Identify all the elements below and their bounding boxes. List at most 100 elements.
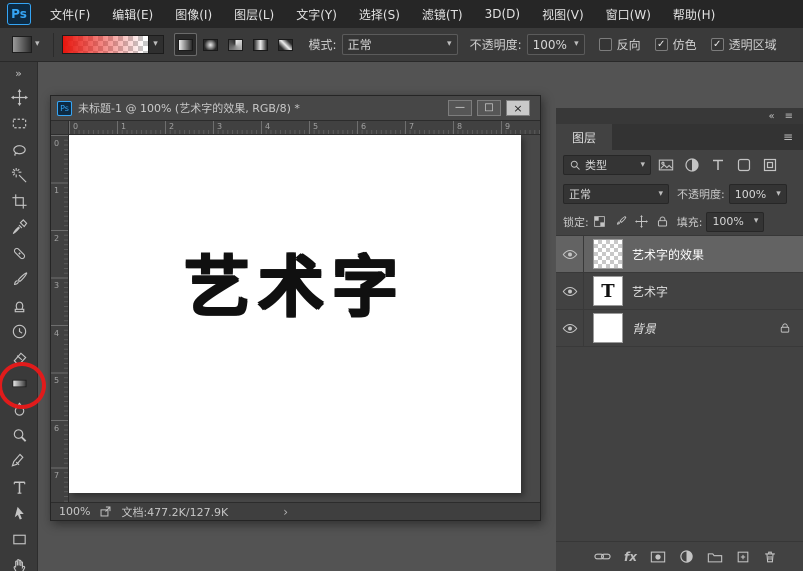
hand-tool[interactable] (0, 552, 38, 571)
layer-row-effect[interactable]: 艺术字的效果 (556, 236, 803, 273)
add-layer-mask-icon[interactable] (650, 550, 666, 564)
menu-type[interactable]: 文字(Y) (285, 0, 348, 28)
visibility-toggle[interactable] (556, 236, 584, 273)
minimize-button[interactable]: — (448, 100, 472, 116)
document-size-info: 文档:477.2K/127.9K (121, 504, 228, 520)
adjustment-layer-icon[interactable] (679, 549, 694, 564)
lasso-tool[interactable] (0, 136, 38, 162)
delete-layer-trash-icon[interactable] (763, 550, 777, 564)
eyedropper-tool[interactable] (0, 214, 38, 240)
rectangular-marquee-tool[interactable] (0, 110, 38, 136)
zoom-level[interactable]: 100% (59, 505, 90, 518)
layer-name[interactable]: 背景 (632, 320, 656, 337)
radial-gradient-button[interactable] (199, 33, 222, 56)
clone-stamp-tool[interactable] (0, 292, 38, 318)
visibility-toggle[interactable] (556, 310, 584, 347)
layer-name[interactable]: 艺术字的效果 (632, 246, 704, 263)
menu-select[interactable]: 选择(S) (348, 0, 411, 28)
layer-opacity-dropdown[interactable]: 100% ▾ (729, 184, 787, 204)
layer-thumbnail-type[interactable]: T (593, 276, 623, 306)
pen-tool[interactable] (0, 448, 38, 474)
layer-fill-dropdown[interactable]: 100% ▾ (706, 212, 764, 232)
gradient-picker[interactable]: ▾ (62, 35, 164, 54)
menu-file[interactable]: 文件(F) (39, 0, 101, 28)
lock-label: 锁定: (563, 214, 589, 230)
new-group-folder-icon[interactable] (707, 550, 723, 564)
lock-all-icon[interactable] (656, 215, 669, 228)
opacity-dropdown[interactable]: 100% ▾ (527, 34, 585, 55)
menu-view[interactable]: 视图(V) (531, 0, 595, 28)
layer-style-fx-icon[interactable]: fx (624, 550, 637, 564)
adjustment-layer-filter-icon[interactable] (684, 157, 700, 173)
gradient-tool[interactable] (0, 370, 38, 396)
magic-wand-tool[interactable] (0, 162, 38, 188)
layer-row-background[interactable]: 背景 (556, 310, 803, 347)
shape-layer-filter-icon[interactable] (736, 157, 752, 173)
gradient-picker-arrow[interactable]: ▾ (148, 36, 163, 53)
blur-tool[interactable] (0, 396, 38, 422)
layer-filter-type-dropdown[interactable]: 类型 ▾ (563, 155, 651, 175)
tool-preset-picker[interactable]: ▾ (7, 33, 45, 56)
lock-position-icon[interactable] (635, 215, 648, 228)
menu-window[interactable]: 窗口(W) (595, 0, 662, 28)
reflected-gradient-button[interactable] (249, 33, 272, 56)
lock-image-pixels-icon[interactable] (614, 215, 627, 228)
diamond-gradient-button[interactable] (274, 33, 297, 56)
panel-menu-icon[interactable]: ≡ (785, 111, 793, 122)
close-button[interactable]: × (506, 100, 530, 116)
layer-thumbnail[interactable] (593, 239, 623, 269)
new-layer-icon[interactable] (736, 550, 750, 564)
collapse-panels-icon[interactable]: « (768, 111, 774, 122)
share-icon[interactable] (99, 505, 112, 518)
document-title-bar[interactable]: Ps 未标题-1 @ 100% (艺术字的效果, RGB/8) * — □ × (51, 96, 540, 121)
menu-filter[interactable]: 滤镜(T) (411, 0, 474, 28)
menu-image[interactable]: 图像(I) (164, 0, 223, 28)
canvas-scroll-area[interactable]: 艺术字 (69, 135, 540, 502)
vertical-ruler[interactable]: 0 1 2 3 4 5 6 7 (51, 135, 69, 502)
layer-thumbnail[interactable] (593, 313, 623, 343)
layer-name[interactable]: 艺术字 (632, 283, 668, 300)
angle-gradient-button[interactable] (224, 33, 247, 56)
lock-transparent-pixels-icon[interactable] (593, 215, 606, 228)
move-tool[interactable] (0, 84, 38, 110)
panel-dock-header: « ≡ (556, 108, 803, 124)
visibility-toggle[interactable] (556, 273, 584, 310)
rectangle-tool[interactable] (0, 526, 38, 552)
horizontal-ruler[interactable]: 0 1 2 3 4 5 6 7 8 9 (69, 121, 540, 135)
pixel-layer-filter-icon[interactable] (658, 157, 674, 173)
layer-row-text[interactable]: T 艺术字 (556, 273, 803, 310)
gradient-type-buttons (174, 33, 297, 56)
spot-healing-brush-tool[interactable] (0, 240, 38, 266)
tab-layers[interactable]: 图层 (556, 124, 612, 150)
brush-tool[interactable] (0, 266, 38, 292)
menu-help[interactable]: 帮助(H) (662, 0, 726, 28)
path-selection-tool[interactable] (0, 500, 38, 526)
gradient-preview[interactable] (63, 36, 148, 53)
reverse-label: 反向 (617, 36, 641, 53)
menu-layer[interactable]: 图层(L) (223, 0, 285, 28)
status-chevron-icon[interactable]: › (283, 505, 288, 519)
blend-mode-dropdown[interactable]: 正常 ▾ (342, 34, 458, 55)
history-brush-tool[interactable] (0, 318, 38, 344)
type-tool[interactable] (0, 474, 38, 500)
layer-filter-icons (658, 157, 778, 173)
dither-checkbox[interactable]: ✓ 仿色 (655, 36, 697, 53)
reverse-checkbox[interactable]: 反向 (599, 36, 641, 53)
menu-3d[interactable]: 3D(D) (474, 0, 531, 28)
dodge-tool[interactable] (0, 422, 38, 448)
toolbar-collapse-icon[interactable]: » (0, 62, 37, 84)
type-layer-filter-icon[interactable] (710, 157, 726, 173)
panel-menu-icon[interactable]: ≡ (773, 130, 803, 144)
chevron-down-icon: ▾ (658, 190, 663, 199)
crop-tool[interactable] (0, 188, 38, 214)
linear-gradient-button[interactable] (174, 33, 197, 56)
transparency-checkbox[interactable]: ✓ 透明区域 (711, 36, 777, 53)
menu-edit[interactable]: 编辑(E) (101, 0, 164, 28)
layer-lock-row: 锁定: 填充: 100% ▾ (556, 208, 803, 236)
link-layers-icon[interactable] (594, 550, 611, 563)
eraser-tool[interactable] (0, 344, 38, 370)
canvas[interactable]: 艺术字 (69, 135, 521, 493)
maximize-button[interactable]: □ (477, 100, 501, 116)
layer-blend-mode-dropdown[interactable]: 正常 ▾ (563, 184, 669, 204)
smart-object-filter-icon[interactable] (762, 157, 778, 173)
